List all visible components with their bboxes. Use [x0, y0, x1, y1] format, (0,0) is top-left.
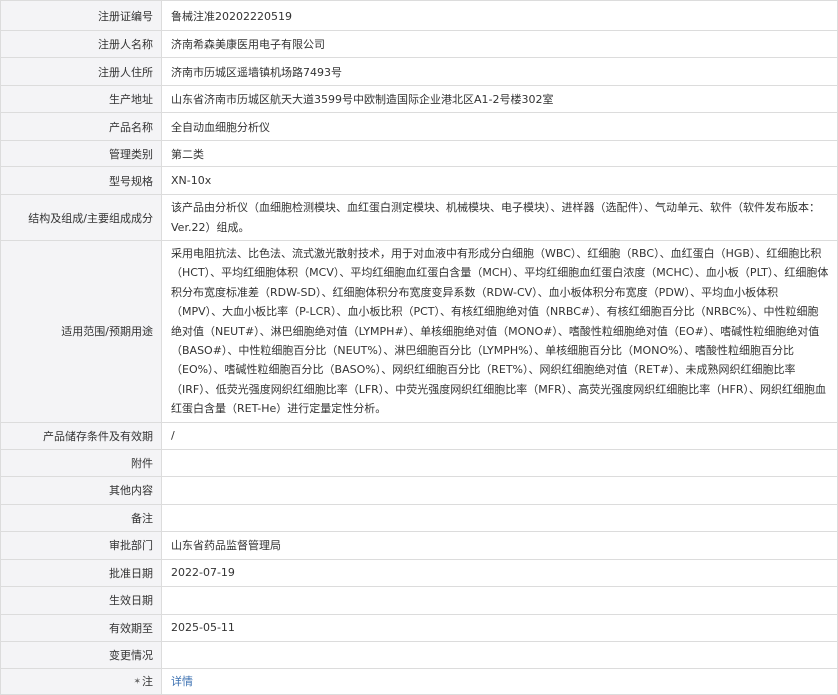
row-label: 注册证编号 [0, 0, 162, 31]
row-value: 鲁械注准20202220519 [161, 0, 838, 31]
table-row: 其他内容 [0, 475, 838, 505]
row-value: 山东省药品监督管理局 [161, 530, 838, 560]
table-row: 管理类别 第二类 [0, 140, 838, 167]
row-value: 第二类 [161, 140, 838, 167]
note-value-cell: 详情 [161, 667, 838, 695]
table-row: 生产地址 山东省济南市历城区航天大道3599号中欧制造国际企业港北区A1-2号楼… [0, 85, 838, 113]
row-label: 备注 [0, 503, 162, 532]
row-value: 济南希森美康医用电子有限公司 [161, 30, 838, 58]
row-value: 山东省济南市历城区航天大道3599号中欧制造国际企业港北区A1-2号楼302室 [161, 85, 838, 113]
row-label: 适用范围/预期用途 [0, 240, 162, 423]
table-row: 备注 [0, 503, 838, 532]
table-row: 注册人名称 济南希森美康医用电子有限公司 [0, 30, 838, 58]
row-value: 采用电阻抗法、比色法、流式激光散射技术，用于对血液中有形成分白细胞（WBC）、红… [161, 240, 838, 423]
row-label: 有效期至 [0, 613, 162, 642]
row-value: 2025-05-11 [161, 613, 838, 642]
table-row: 注册人住所 济南市历城区遥墙镇机场路7493号 [0, 57, 838, 86]
row-label: 附件 [0, 448, 162, 477]
table-row: 生效日期 [0, 585, 838, 615]
row-value: / [161, 421, 838, 450]
row-label: 变更情况 [0, 640, 162, 669]
row-label: 批准日期 [0, 558, 162, 587]
table-row: 注册证编号 鲁械注准20202220519 [0, 0, 838, 31]
table-row: 批准日期 2022-07-19 [0, 558, 838, 587]
row-value: 济南市历城区遥墙镇机场路7493号 [161, 57, 838, 86]
row-label: 审批部门 [0, 530, 162, 560]
row-label: 管理类别 [0, 140, 162, 167]
row-value: 2022-07-19 [161, 558, 838, 587]
star-icon: ✶ [133, 677, 141, 688]
table-row: 产品储存条件及有效期 / [0, 421, 838, 450]
table-row: 产品名称 全自动血细胞分析仪 [0, 112, 838, 141]
row-value [161, 475, 838, 505]
row-label: 型号规格 [0, 166, 162, 195]
row-label: 其他内容 [0, 475, 162, 505]
row-value [161, 503, 838, 532]
note-row: ✶注 详情 [0, 667, 838, 695]
row-label: 生产地址 [0, 85, 162, 113]
row-label: 产品名称 [0, 112, 162, 141]
table-row: 结构及组成/主要组成成分 该产品由分析仪（血细胞检测模块、血红蛋白测定模块、机械… [0, 194, 838, 241]
note-label-cell: ✶注 [0, 667, 162, 695]
row-value [161, 585, 838, 615]
row-value: XN-10x [161, 166, 838, 195]
row-label: 生效日期 [0, 585, 162, 615]
row-value: 该产品由分析仪（血细胞检测模块、血红蛋白测定模块、机械模块、电子模块）、进样器（… [161, 194, 838, 241]
row-value [161, 640, 838, 669]
registration-info-table: 注册证编号 鲁械注准20202220519 注册人名称 济南希森美康医用电子有限… [0, 0, 838, 695]
row-label: 注册人住所 [0, 57, 162, 86]
row-value [161, 448, 838, 477]
row-label: 注册人名称 [0, 30, 162, 58]
row-label: 结构及组成/主要组成成分 [0, 194, 162, 241]
note-label: 注 [142, 675, 153, 689]
table-row: 变更情况 [0, 640, 838, 669]
table-row: 审批部门 山东省药品监督管理局 [0, 530, 838, 560]
table-row: 有效期至 2025-05-11 [0, 613, 838, 642]
row-value: 全自动血细胞分析仪 [161, 112, 838, 141]
detail-link[interactable]: 详情 [171, 675, 193, 688]
table-row: 附件 [0, 448, 838, 477]
table-row: 适用范围/预期用途 采用电阻抗法、比色法、流式激光散射技术，用于对血液中有形成分… [0, 240, 838, 423]
table-row: 型号规格 XN-10x [0, 166, 838, 195]
row-label: 产品储存条件及有效期 [0, 421, 162, 450]
